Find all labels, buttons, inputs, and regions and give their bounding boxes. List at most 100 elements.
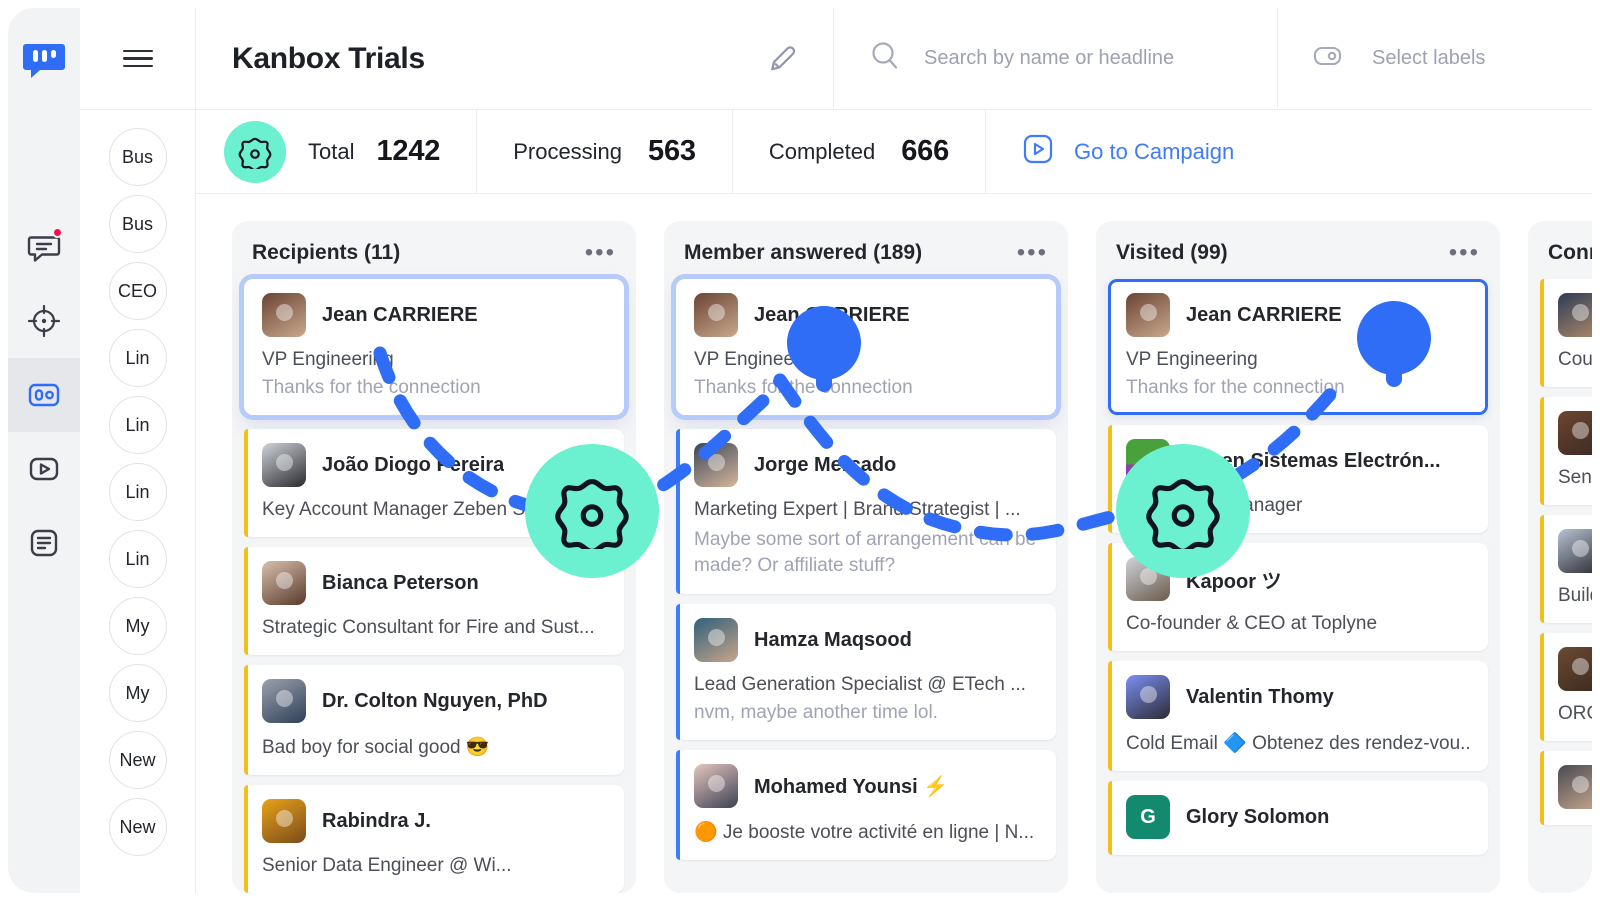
kanban-card[interactable]: Buildi... <box>1540 515 1592 623</box>
search-input[interactable]: Search by name or headline <box>924 47 1174 70</box>
top-bar: Kanbox Trials Search by name or headline <box>80 8 1592 110</box>
avatar <box>694 443 738 487</box>
notification-badge-dot <box>52 227 63 238</box>
kanban-card[interactable] <box>1540 751 1592 825</box>
rail-item-kanban[interactable] <box>8 358 80 432</box>
label-pill[interactable]: Lin <box>108 329 167 387</box>
card-header: Dr. Colton Nguyen, PhD <box>262 679 608 723</box>
kanban-card[interactable]: G Glory Solomon <box>1108 781 1488 855</box>
card-name: Jean CARRIERE <box>322 303 478 326</box>
card-header: Valentin Thomy <box>1126 675 1472 719</box>
card-subtitle: Marketing Expert | Brand Strategist | ..… <box>694 499 1021 520</box>
kanban-card[interactable]: Jorge Mercado Marketing Expert | Brand St… <box>676 429 1056 595</box>
card-name: Rabindra J. <box>322 809 431 832</box>
column-header: Member answered (189) ••• <box>676 235 1056 279</box>
rail-item-templates[interactable] <box>8 506 80 580</box>
rail-item-campaigns[interactable] <box>8 432 80 506</box>
card-name: Hamza Maqsood <box>754 628 912 651</box>
kanban-card[interactable]: ORGA... <box>1540 633 1592 741</box>
avatar: G <box>1126 795 1170 839</box>
card-header: Kapoor ツ <box>1126 557 1472 601</box>
label-pill[interactable]: Lin <box>108 530 167 588</box>
column-title: Connected (…) <box>1548 241 1592 264</box>
card-subtitle: Community Manager <box>1126 495 1303 516</box>
stat-processing-label: Processing <box>513 138 623 164</box>
kanban-card[interactable]: Jean CARRIERE VP Engineering Thanks for th… <box>676 279 1056 415</box>
card-header <box>1558 647 1592 691</box>
stats-bar: Total 1242 Processing 563 Completed 666 <box>196 110 1592 194</box>
card-subtitle: 🟠 Je booste votre activité en ligne | N.… <box>694 822 1035 844</box>
label-pill[interactable]: Bus <box>108 128 167 186</box>
card-subtitle: VP Engineering <box>1126 349 1258 370</box>
kanban-card[interactable]: Senio... <box>1540 397 1592 505</box>
card-header: Jorge Mercado <box>694 443 1040 487</box>
stat-total: Total 1242 <box>196 110 478 193</box>
card-subtitle: Strategic Consultant for Fire and Sust..… <box>262 617 595 638</box>
card-header: Hamza Maqsood <box>694 618 1040 663</box>
kanban-card[interactable]: Jean CARRIERE VP Engineering Thanks for th… <box>244 279 624 415</box>
menu-toggle-button[interactable] <box>80 8 196 109</box>
card-subtitle: Bad boy for social good 😎 <box>262 737 490 758</box>
label-toggle-icon <box>1312 41 1346 76</box>
kanban-card[interactable]: Bianca Peterson Strategic Consultant for … <box>244 547 624 655</box>
kanban-card[interactable]: Mohamed Younsi ⚡ 🟠 Je booste votre activi… <box>676 750 1056 861</box>
hamburger-menu-icon <box>122 45 153 73</box>
kanban-column: Member answered (189) ••• Jean CARRIERE VP … <box>664 221 1068 893</box>
avatar <box>1126 557 1170 601</box>
kanban-card[interactable]: João Diogo Pereira Key Account Manager Ze… <box>244 429 624 537</box>
kanban-card[interactable]: Hamza Maqsood Lead Generation Specialist … <box>676 604 1056 741</box>
label-pill[interactable]: CEO <box>108 262 167 320</box>
kanban-card[interactable]: Rabindra J. Senior Data Engineer @ Wi... <box>244 785 624 893</box>
more-horizontal-icon[interactable]: ••• <box>585 241 616 265</box>
card-subtitle: Key Account Manager Zeben Sistema... <box>262 499 597 520</box>
gear-flower-icon <box>224 120 286 183</box>
card-message: Thanks for the connection <box>1126 377 1345 398</box>
column-header: Visited (99) ••• <box>1108 235 1488 279</box>
go-to-campaign-button[interactable]: Go to Campaign <box>986 110 1270 193</box>
go-to-campaign-label: Go to Campaign <box>1074 138 1235 164</box>
card-name: Dr. Colton Nguyen, PhD <box>322 689 548 712</box>
label-pill[interactable]: Lin <box>108 396 167 454</box>
card-header: Jean CARRIERE <box>262 293 608 337</box>
card-header <box>1558 529 1592 573</box>
content-row: Bus Bus CEO Lin Lin Lin Lin My My New New Total 12… <box>80 110 1592 893</box>
rail-item-messages[interactable] <box>8 210 80 284</box>
kanban-card[interactable]: z Zeben Sistemas Electrón... Community Man… <box>1108 425 1488 533</box>
kanban-card[interactable]: Kapoor ツ Co-founder & CEO at Toplyne <box>1108 543 1488 651</box>
kanban-column: Recipients (11) ••• Jean CARRIERE VP Engine… <box>232 221 636 893</box>
kanban-card[interactable]: Valentin Thomy Cold Email 🔷 Obtenez des r… <box>1108 661 1488 771</box>
label-pill[interactable]: Lin <box>108 463 167 521</box>
kanban-board: Recipients (11) ••• Jean CARRIERE VP Engine… <box>196 194 1592 893</box>
card-subtitle: Co-founder & CEO at Toplyne <box>1126 613 1378 634</box>
stat-completed-value: 666 <box>901 135 950 167</box>
kanban-card[interactable]: Coun... <box>1540 279 1592 387</box>
label-pill[interactable]: New <box>108 798 167 856</box>
avatar <box>694 293 738 337</box>
card-header: G Glory Solomon <box>1126 795 1472 839</box>
search-bar[interactable]: Search by name or headline <box>834 8 1278 109</box>
stat-processing: Processing 563 <box>477 110 733 193</box>
label-pill[interactable]: My <box>108 664 167 722</box>
avatar <box>1558 529 1592 573</box>
more-horizontal-icon[interactable]: ••• <box>1449 241 1480 265</box>
card-subtitle: VP Engineering <box>262 349 394 370</box>
column-title: Visited (99) <box>1116 241 1228 264</box>
select-labels-button[interactable]: Select labels <box>1278 8 1592 109</box>
label-pill[interactable]: Bus <box>108 195 167 253</box>
pencil-icon[interactable] <box>763 42 797 76</box>
kanban-card[interactable]: Dr. Colton Nguyen, PhD Bad boy for social… <box>244 665 624 775</box>
card-subtitle: Coun... <box>1558 349 1592 370</box>
label-pill[interactable]: New <box>108 731 167 789</box>
rail-item-targeting[interactable] <box>8 284 80 358</box>
stat-completed: Completed 666 <box>733 110 987 193</box>
kanbox-logo-icon[interactable] <box>22 38 66 82</box>
avatar <box>1558 293 1592 337</box>
column-header: Recipients (11) ••• <box>244 235 624 279</box>
label-pill[interactable]: My <box>108 597 167 655</box>
avatar <box>262 443 306 487</box>
avatar <box>262 561 306 605</box>
card-message: Thanks for the connection <box>694 377 913 398</box>
card-name: Jean CARRIERE <box>754 303 910 326</box>
kanban-card[interactable]: Jean CARRIERE VP Engineering Thanks for th… <box>1108 279 1488 415</box>
more-horizontal-icon[interactable]: ••• <box>1017 241 1048 265</box>
